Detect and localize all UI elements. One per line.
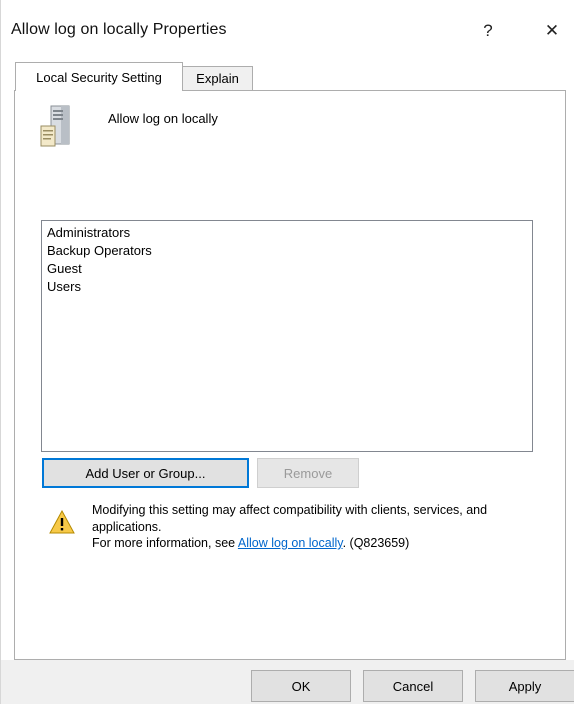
ok-button[interactable]: OK — [251, 670, 351, 702]
warning-icon — [49, 510, 75, 534]
cancel-button[interactable]: Cancel — [363, 670, 463, 702]
principals-list: Administrators Backup Operators Guest Users — [42, 221, 532, 296]
help-icon: ? — [483, 21, 493, 40]
more-info-prefix: For more information, see — [92, 536, 238, 550]
tab-local-security-setting[interactable]: Local Security Setting — [15, 62, 183, 91]
close-button[interactable]: ✕ — [537, 16, 567, 46]
list-item[interactable]: Guest — [42, 260, 532, 278]
title-bar[interactable]: Allow log on locally Properties ? ✕ — [1, 0, 574, 54]
properties-dialog: Allow log on locally Properties ? ✕ Loca… — [0, 0, 574, 704]
policy-name: Allow log on locally — [108, 111, 218, 126]
list-item[interactable]: Backup Operators — [42, 242, 532, 260]
tab-explain[interactable]: Explain — [183, 66, 253, 91]
add-user-or-group-button[interactable]: Add User or Group... — [42, 458, 249, 488]
list-item[interactable]: Users — [42, 278, 532, 296]
more-info-line: For more information, see Allow log on l… — [92, 535, 532, 552]
more-info-suffix: . (Q823659) — [342, 536, 410, 550]
warning-line: Modifying this setting may affect compat… — [92, 503, 488, 534]
tab-label: Local Security Setting — [36, 69, 162, 85]
help-button[interactable]: ? — [473, 16, 503, 46]
compatibility-warning: Modifying this setting may affect compat… — [92, 502, 532, 552]
principals-listbox[interactable]: Administrators Backup Operators Guest Users — [41, 220, 533, 452]
allow-log-on-locally-link[interactable]: Allow log on locally — [238, 536, 343, 550]
list-item[interactable]: Administrators — [42, 224, 532, 242]
close-icon: ✕ — [544, 21, 560, 40]
server-icon — [40, 105, 70, 147]
tab-label: Explain — [196, 71, 239, 86]
apply-button[interactable]: Apply — [475, 670, 574, 702]
remove-button[interactable]: Remove — [257, 458, 359, 488]
window-title: Allow log on locally Properties — [11, 21, 227, 38]
